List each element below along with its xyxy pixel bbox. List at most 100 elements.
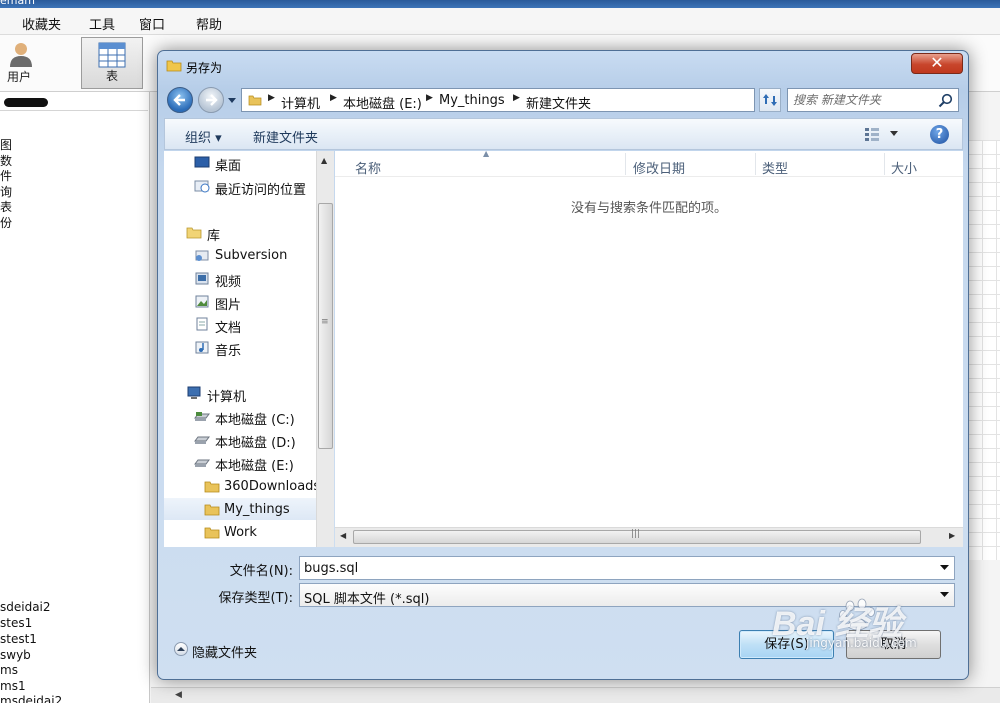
- scroll-left-icon[interactable]: ◀: [340, 531, 346, 540]
- address-bar[interactable]: ▶ 计算机 ▶ 本地磁盘 (E:) ▶ My_things ▶ 新建文件夹: [241, 88, 836, 112]
- breadcrumb-my-things[interactable]: My_things: [439, 93, 505, 108]
- tree-item-computer[interactable]: 计算机: [164, 382, 316, 405]
- tree-item-music[interactable]: 音乐: [164, 336, 316, 359]
- app-title: emam: [0, 0, 35, 7]
- tree-item-work[interactable]: Work: [164, 521, 316, 543]
- filename-field[interactable]: [299, 556, 955, 580]
- breadcrumb-drive-e[interactable]: 本地磁盘 (E:): [343, 93, 422, 112]
- menu-favorites[interactable]: 收藏夹: [22, 14, 61, 33]
- chevron-down-icon[interactable]: [940, 565, 949, 571]
- folder-icon: [204, 504, 220, 516]
- breadcrumb-new-folder[interactable]: 新建文件夹: [526, 93, 591, 112]
- tree-item-pictures[interactable]: 图片: [164, 290, 316, 313]
- folder-icon: [248, 95, 262, 106]
- watermark-url: jingyan.baidu.com: [806, 636, 917, 650]
- tree-item-desktop[interactable]: 桌面: [164, 151, 316, 174]
- navigation-scrollbar[interactable]: ▲ ≡: [316, 151, 334, 547]
- back-button[interactable]: [167, 87, 193, 113]
- chevron-down-icon[interactable]: [890, 131, 898, 137]
- tree-item-label: 最近访问的位置: [215, 183, 307, 198]
- toolbar-user-label: 用户: [6, 70, 31, 84]
- sidebar-filter[interactable]: [0, 94, 148, 111]
- collapse-icon[interactable]: [174, 642, 188, 656]
- column-divider[interactable]: [884, 153, 885, 175]
- refresh-icon: [763, 94, 777, 106]
- tree-item-360downloads[interactable]: 360Downloads: [164, 475, 320, 497]
- breadcrumb-separator-icon[interactable]: ▶: [426, 93, 433, 103]
- sidebar-nav-query[interactable]: 询: [0, 185, 12, 200]
- toolbar-user-button[interactable]: 用户: [0, 37, 38, 89]
- sidebar-db-item[interactable]: msdeidai2: [0, 694, 62, 703]
- tree-item-videos[interactable]: 视频: [164, 267, 316, 290]
- sidebar-nav-function[interactable]: 数: [0, 154, 12, 169]
- sidebar-db-item[interactable]: swyb: [0, 648, 31, 663]
- tree-item-label: My_things: [224, 502, 290, 517]
- organize-button[interactable]: 组织 ▾: [185, 127, 222, 146]
- filename-input[interactable]: [304, 560, 924, 576]
- view-options-icon[interactable]: [864, 127, 880, 141]
- search-input[interactable]: [793, 92, 933, 108]
- drive-icon: [194, 459, 210, 467]
- search-box[interactable]: [787, 88, 959, 112]
- breadcrumb-separator-icon[interactable]: ▶: [513, 93, 520, 103]
- refresh-button[interactable]: [759, 88, 781, 112]
- column-date-modified[interactable]: 修改日期: [633, 158, 685, 177]
- baidu-watermark: Bai 经验 jingyan.baidu.com: [768, 596, 978, 656]
- help-icon[interactable]: ?: [930, 125, 949, 144]
- tree-item-my-things[interactable]: My_things: [164, 498, 316, 520]
- breadcrumb-computer[interactable]: 计算机: [281, 93, 320, 112]
- tree-item-drive-d[interactable]: 本地磁盘 (D:): [164, 428, 316, 451]
- menu-tools[interactable]: 工具: [89, 14, 115, 33]
- file-list-horizontal-scrollbar[interactable]: ◀ ||| ▶: [335, 527, 963, 547]
- scroll-left-icon[interactable]: ◀: [175, 690, 182, 700]
- picture-icon: [195, 295, 209, 308]
- sidebar-nav-view[interactable]: 图: [0, 138, 12, 153]
- save-as-dialog: 另存为 ✕ ▶ 计算机 ▶ 本地磁盘 (E:) ▶ My_things ▶ 新建…: [157, 50, 969, 680]
- tree-item-subversion[interactable]: Subversion: [164, 244, 316, 266]
- forward-button[interactable]: [198, 87, 224, 113]
- app-horizontal-scrollbar[interactable]: ◀: [151, 687, 1000, 703]
- tree-item-recent-places[interactable]: 最近访问的位置: [164, 175, 316, 198]
- column-size[interactable]: 大小: [891, 158, 917, 177]
- scroll-right-icon[interactable]: ▶: [949, 531, 955, 540]
- sidebar-nav-report[interactable]: 表: [0, 200, 12, 215]
- video-icon: [195, 272, 209, 285]
- column-divider[interactable]: [625, 153, 626, 175]
- history-dropdown-icon[interactable]: [227, 95, 237, 105]
- scroll-up-icon[interactable]: ▲: [321, 156, 327, 165]
- navigation-pane: 桌面 最近访问的位置 库 Subversion 视频 图片 文档 音乐 计算机 …: [164, 151, 334, 547]
- toolbar-table-button[interactable]: 表: [81, 37, 143, 89]
- sidebar-db-item[interactable]: ms: [0, 663, 18, 678]
- computer-icon: [187, 386, 201, 399]
- new-folder-button[interactable]: 新建文件夹: [253, 127, 318, 146]
- object-sidebar: 图 数 件 询 表 份 sdeidai2 stes1 stest1 swyb m…: [0, 92, 150, 703]
- file-list-pane: ▲ 名称 修改日期 类型 大小 没有与搜索条件匹配的项。 ◀ ||| ▶: [335, 149, 963, 547]
- arrow-left-icon: [173, 94, 185, 106]
- menu-help[interactable]: 帮助: [196, 14, 222, 33]
- redacted-connection-name: [4, 98, 48, 107]
- sidebar-db-item[interactable]: stes1: [0, 616, 32, 631]
- tree-item-drive-c[interactable]: 本地磁盘 (C:): [164, 405, 316, 428]
- breadcrumb-separator-icon[interactable]: ▶: [330, 93, 337, 103]
- tree-item-libraries[interactable]: 库: [164, 221, 316, 244]
- sidebar-db-item[interactable]: ms1: [0, 679, 26, 694]
- tree-item-label: 视频: [215, 275, 242, 290]
- drive-icon: [194, 436, 210, 444]
- column-type[interactable]: 类型: [762, 158, 788, 177]
- tree-item-label: 库: [207, 229, 221, 244]
- command-bar: 组织 ▾ 新建文件夹 ?: [164, 118, 963, 150]
- sidebar-nav-event[interactable]: 件: [0, 169, 12, 184]
- tree-item-documents[interactable]: 文档: [164, 313, 316, 336]
- sidebar-db-item[interactable]: stest1: [0, 632, 37, 647]
- search-icon[interactable]: [938, 93, 953, 108]
- folder-icon: [166, 60, 182, 72]
- sidebar-db-item[interactable]: sdeidai2: [0, 600, 51, 615]
- drive-icon: [194, 412, 210, 421]
- column-divider[interactable]: [755, 153, 756, 175]
- tree-item-label: Work: [224, 525, 257, 540]
- column-name[interactable]: 名称: [355, 158, 381, 177]
- tree-item-drive-e[interactable]: 本地磁盘 (E:): [164, 451, 316, 474]
- close-button[interactable]: ✕: [911, 53, 963, 74]
- menu-window[interactable]: 窗口: [139, 14, 165, 33]
- sidebar-nav-backup[interactable]: 份: [0, 216, 12, 231]
